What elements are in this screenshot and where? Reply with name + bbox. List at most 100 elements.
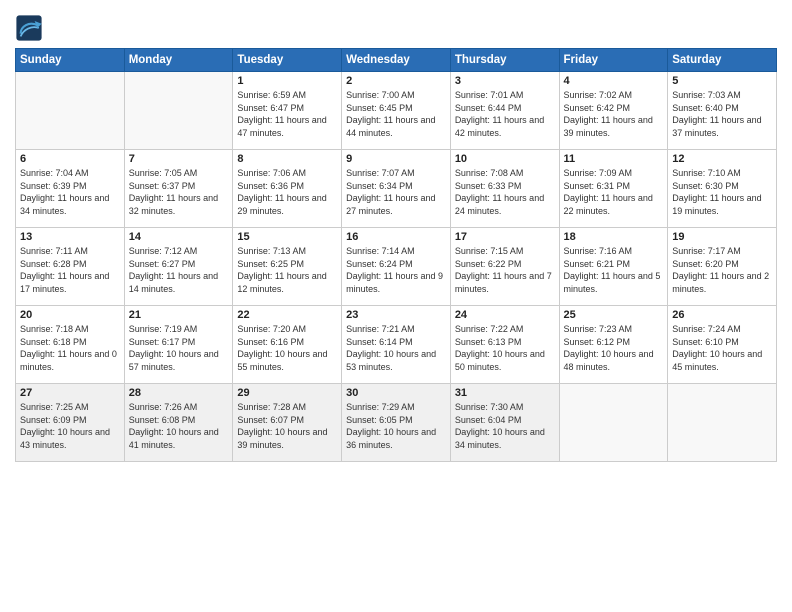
day-number: 12 — [672, 153, 772, 165]
day-number: 24 — [455, 309, 555, 321]
day-info: Sunrise: 7:07 AM Sunset: 6:34 PM Dayligh… — [346, 167, 446, 217]
day-number: 26 — [672, 309, 772, 321]
calendar-cell: 23 Sunrise: 7:21 AM Sunset: 6:14 PM Dayli… — [342, 306, 451, 384]
day-info: Sunrise: 7:26 AM Sunset: 6:08 PM Dayligh… — [129, 401, 229, 451]
calendar-cell: 12 Sunrise: 7:10 AM Sunset: 6:30 PM Dayli… — [668, 150, 777, 228]
day-number: 10 — [455, 153, 555, 165]
day-number: 22 — [237, 309, 337, 321]
calendar-cell: 28 Sunrise: 7:26 AM Sunset: 6:08 PM Dayli… — [124, 384, 233, 462]
calendar-cell — [668, 384, 777, 462]
calendar-cell: 13 Sunrise: 7:11 AM Sunset: 6:28 PM Dayli… — [16, 228, 125, 306]
day-info: Sunrise: 6:59 AM Sunset: 6:47 PM Dayligh… — [237, 89, 337, 139]
calendar-cell: 26 Sunrise: 7:24 AM Sunset: 6:10 PM Dayli… — [668, 306, 777, 384]
day-info: Sunrise: 7:19 AM Sunset: 6:17 PM Dayligh… — [129, 323, 229, 373]
calendar-cell: 15Sunrise: 7:13 AM Sunset: 6:25 PM Dayli… — [233, 228, 342, 306]
calendar-cell: 1Sunrise: 6:59 AM Sunset: 6:47 PM Daylig… — [233, 72, 342, 150]
day-number: 9 — [346, 153, 446, 165]
calendar-week-row: 1Sunrise: 6:59 AM Sunset: 6:47 PM Daylig… — [16, 72, 777, 150]
calendar-week-row: 6 Sunrise: 7:04 AM Sunset: 6:39 PM Daylig… — [16, 150, 777, 228]
day-info: Sunrise: 7:25 AM Sunset: 6:09 PM Dayligh… — [20, 401, 120, 451]
calendar-cell: 29Sunrise: 7:28 AM Sunset: 6:07 PM Dayli… — [233, 384, 342, 462]
day-info: Sunrise: 7:16 AM Sunset: 6:21 PM Dayligh… — [564, 245, 664, 295]
day-number: 11 — [564, 153, 664, 165]
calendar-cell: 2Sunrise: 7:00 AM Sunset: 6:45 PM Daylig… — [342, 72, 451, 150]
day-number: 6 — [20, 153, 120, 165]
day-info: Sunrise: 7:00 AM Sunset: 6:45 PM Dayligh… — [346, 89, 446, 139]
calendar-week-row: 20 Sunrise: 7:18 AM Sunset: 6:18 PM Dayli… — [16, 306, 777, 384]
calendar-cell: 19 Sunrise: 7:17 AM Sunset: 6:20 PM Dayli… — [668, 228, 777, 306]
calendar-cell: 5 Sunrise: 7:03 AM Sunset: 6:40 PM Daylig… — [668, 72, 777, 150]
day-info: Sunrise: 7:04 AM Sunset: 6:39 PM Dayligh… — [20, 167, 120, 217]
weekday-header-friday: Friday — [559, 49, 668, 72]
day-info: Sunrise: 7:18 AM Sunset: 6:18 PM Dayligh… — [20, 323, 120, 373]
day-number: 23 — [346, 309, 446, 321]
day-info: Sunrise: 7:24 AM Sunset: 6:10 PM Dayligh… — [672, 323, 772, 373]
day-info: Sunrise: 7:20 AM Sunset: 6:16 PM Dayligh… — [237, 323, 337, 373]
day-number: 3 — [455, 75, 555, 87]
calendar-cell: 4 Sunrise: 7:02 AM Sunset: 6:42 PM Daylig… — [559, 72, 668, 150]
day-number: 14 — [129, 231, 229, 243]
calendar-cell: 30Sunrise: 7:29 AM Sunset: 6:05 PM Dayli… — [342, 384, 451, 462]
day-info: Sunrise: 7:15 AM Sunset: 6:22 PM Dayligh… — [455, 245, 555, 295]
day-info: Sunrise: 7:14 AM Sunset: 6:24 PM Dayligh… — [346, 245, 446, 295]
day-number: 5 — [672, 75, 772, 87]
day-number: 30 — [346, 387, 446, 399]
calendar-cell — [559, 384, 668, 462]
calendar-cell: 27Sunrise: 7:25 AM Sunset: 6:09 PM Dayli… — [16, 384, 125, 462]
logo-icon — [15, 14, 43, 42]
main-container: SundayMondayTuesdayWednesdayThursdayFrid… — [0, 0, 792, 472]
weekday-header-wednesday: Wednesday — [342, 49, 451, 72]
weekday-header-sunday: Sunday — [16, 49, 125, 72]
day-info: Sunrise: 7:08 AM Sunset: 6:33 PM Dayligh… — [455, 167, 555, 217]
day-number: 31 — [455, 387, 555, 399]
weekday-header-saturday: Saturday — [668, 49, 777, 72]
day-info: Sunrise: 7:06 AM Sunset: 6:36 PM Dayligh… — [237, 167, 337, 217]
calendar-cell: 10 Sunrise: 7:08 AM Sunset: 6:33 PM Dayli… — [450, 150, 559, 228]
day-info: Sunrise: 7:12 AM Sunset: 6:27 PM Dayligh… — [129, 245, 229, 295]
day-number: 25 — [564, 309, 664, 321]
calendar-cell: 22 Sunrise: 7:20 AM Sunset: 6:16 PM Dayli… — [233, 306, 342, 384]
calendar-cell: 24 Sunrise: 7:22 AM Sunset: 6:13 PM Dayli… — [450, 306, 559, 384]
weekday-header-monday: Monday — [124, 49, 233, 72]
calendar-cell: 8 Sunrise: 7:06 AM Sunset: 6:36 PM Daylig… — [233, 150, 342, 228]
day-info: Sunrise: 7:21 AM Sunset: 6:14 PM Dayligh… — [346, 323, 446, 373]
day-info: Sunrise: 7:10 AM Sunset: 6:30 PM Dayligh… — [672, 167, 772, 217]
calendar-cell: 17 Sunrise: 7:15 AM Sunset: 6:22 PM Dayli… — [450, 228, 559, 306]
day-number: 4 — [564, 75, 664, 87]
calendar-cell: 21 Sunrise: 7:19 AM Sunset: 6:17 PM Dayli… — [124, 306, 233, 384]
calendar-cell: 9 Sunrise: 7:07 AM Sunset: 6:34 PM Daylig… — [342, 150, 451, 228]
calendar-cell: 3 Sunrise: 7:01 AM Sunset: 6:44 PM Daylig… — [450, 72, 559, 150]
calendar-cell: 16 Sunrise: 7:14 AM Sunset: 6:24 PM Dayli… — [342, 228, 451, 306]
calendar-cell: 31 Sunrise: 7:30 AM Sunset: 6:04 PM Dayli… — [450, 384, 559, 462]
calendar-cell: 14 Sunrise: 7:12 AM Sunset: 6:27 PM Dayli… — [124, 228, 233, 306]
day-info: Sunrise: 7:11 AM Sunset: 6:28 PM Dayligh… — [20, 245, 120, 295]
day-number: 7 — [129, 153, 229, 165]
logo — [15, 14, 47, 42]
day-number: 13 — [20, 231, 120, 243]
day-info: Sunrise: 7:17 AM Sunset: 6:20 PM Dayligh… — [672, 245, 772, 295]
calendar-week-row: 27Sunrise: 7:25 AM Sunset: 6:09 PM Dayli… — [16, 384, 777, 462]
calendar-cell: 20 Sunrise: 7:18 AM Sunset: 6:18 PM Dayli… — [16, 306, 125, 384]
day-number: 29 — [237, 387, 337, 399]
calendar-cell: 7Sunrise: 7:05 AM Sunset: 6:37 PM Daylig… — [124, 150, 233, 228]
day-number: 19 — [672, 231, 772, 243]
calendar-cell — [124, 72, 233, 150]
calendar-cell: 6 Sunrise: 7:04 AM Sunset: 6:39 PM Daylig… — [16, 150, 125, 228]
day-number: 28 — [129, 387, 229, 399]
day-number: 8 — [237, 153, 337, 165]
calendar-table: SundayMondayTuesdayWednesdayThursdayFrid… — [15, 48, 777, 462]
weekday-header-tuesday: Tuesday — [233, 49, 342, 72]
day-number: 17 — [455, 231, 555, 243]
day-number: 21 — [129, 309, 229, 321]
day-info: Sunrise: 7:01 AM Sunset: 6:44 PM Dayligh… — [455, 89, 555, 139]
calendar-cell: 25Sunrise: 7:23 AM Sunset: 6:12 PM Dayli… — [559, 306, 668, 384]
day-info: Sunrise: 7:22 AM Sunset: 6:13 PM Dayligh… — [455, 323, 555, 373]
day-info: Sunrise: 7:03 AM Sunset: 6:40 PM Dayligh… — [672, 89, 772, 139]
day-number: 20 — [20, 309, 120, 321]
weekday-header-row: SundayMondayTuesdayWednesdayThursdayFrid… — [16, 49, 777, 72]
header — [15, 10, 777, 42]
calendar-cell — [16, 72, 125, 150]
day-number: 16 — [346, 231, 446, 243]
day-info: Sunrise: 7:02 AM Sunset: 6:42 PM Dayligh… — [564, 89, 664, 139]
day-info: Sunrise: 7:30 AM Sunset: 6:04 PM Dayligh… — [455, 401, 555, 451]
